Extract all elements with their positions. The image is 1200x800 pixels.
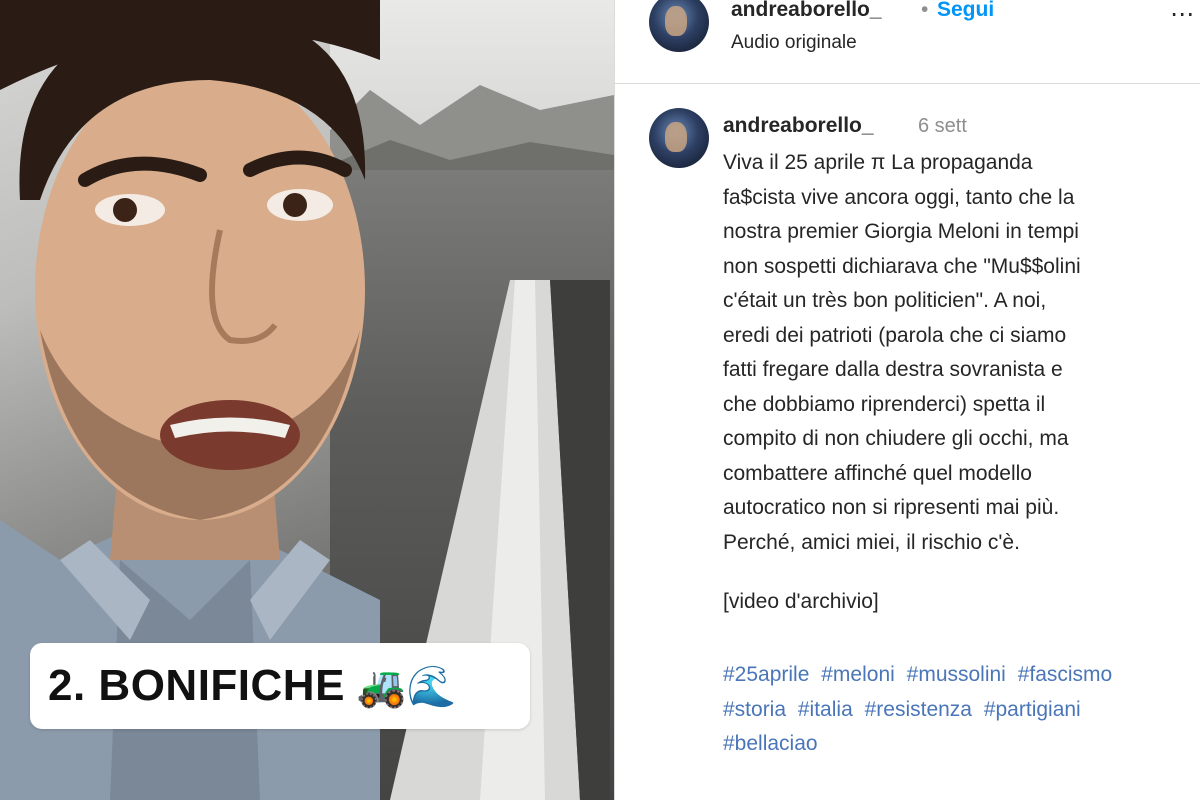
hashtag-row: #bellaciao (723, 727, 1200, 762)
hashtag-link[interactable]: #storia (723, 698, 786, 721)
hashtag-link[interactable]: #fascismo (1018, 663, 1113, 686)
audio-link[interactable]: Audio originale (731, 32, 857, 54)
hashtag-link[interactable]: #meloni (821, 663, 895, 686)
caption-line: non sospetti dichiarava che "Mu$$olini (723, 254, 1081, 278)
caption-line: autocratico non si ripresenti mai più. (723, 496, 1060, 519)
follow-button[interactable]: Segui (937, 0, 994, 22)
post-timestamp[interactable]: 6 sett (918, 115, 967, 138)
caption-text: Viva il 25 aprile π La propaganda fa$cis… (723, 146, 1200, 560)
caption-line: fatti fregare dalla destra sovranista e (723, 358, 1063, 381)
hashtag-link[interactable]: #bellaciao (723, 732, 818, 755)
avatar[interactable] (649, 0, 709, 52)
post-caption: andreaborello_ 6 sett Viva il 25 aprile … (615, 84, 1200, 800)
caption-username[interactable]: andreaborello_ (723, 114, 874, 138)
video-caption-text: 2. BONIFICHE (48, 661, 345, 710)
caption-line: c'était un très bon politicien". A noi, (723, 289, 1047, 312)
video-caption: 2. BONIFICHE 🚜🌊 (30, 643, 530, 729)
avatar[interactable] (649, 108, 709, 168)
more-icon[interactable]: ⋯ (1170, 0, 1194, 29)
caption-line: fa$cista vive ancora oggi, tanto che la (723, 185, 1075, 209)
caption-line: combattere affinché quel modello (723, 461, 1032, 485)
hashtag-link[interactable]: #25aprile (723, 663, 809, 686)
caption-line: eredi dei patrioti (parola che ci siamo (723, 323, 1067, 347)
caption-line: Perché, amici miei, il rischio c'è. (723, 530, 1020, 554)
archive-note: [video d'archivio] (723, 590, 879, 613)
reel-video[interactable]: 2. BONIFICHE 🚜🌊 (0, 0, 614, 800)
header-separator: • (921, 0, 929, 21)
header-username[interactable]: andreaborello_ (731, 0, 882, 22)
post-panel: andreaborello_ • Segui Audio originale ⋯… (614, 0, 1200, 800)
hashtag-row: #storia #italia #resistenza #partigiani (723, 693, 1200, 728)
hashtag-link[interactable]: #partigiani (984, 698, 1081, 721)
video-caption-emoji: 🚜🌊 (356, 663, 457, 710)
hashtag-link[interactable]: #mussolini (907, 663, 1006, 686)
instagram-post-view: 2. BONIFICHE 🚜🌊 andreaborello_ • Segui A… (0, 0, 1200, 800)
caption-line: nostra premier Giorgia Meloni in tempi (723, 220, 1079, 243)
post-header: andreaborello_ • Segui Audio originale ⋯ (615, 0, 1200, 84)
caption-line: compito di non chiudere gli occhi, ma (723, 427, 1069, 450)
hashtag-list: #25aprile #meloni #mussolini #fascismo #… (723, 658, 1200, 762)
caption-line: Viva il 25 aprile π La propaganda (723, 151, 1033, 174)
hashtag-link[interactable]: #italia (798, 698, 853, 721)
hashtag-link[interactable]: #resistenza (865, 698, 972, 721)
caption-line: che dobbiamo riprenderci) spetta il (723, 392, 1046, 416)
hashtag-row: #25aprile #meloni #mussolini #fascismo (723, 658, 1200, 693)
